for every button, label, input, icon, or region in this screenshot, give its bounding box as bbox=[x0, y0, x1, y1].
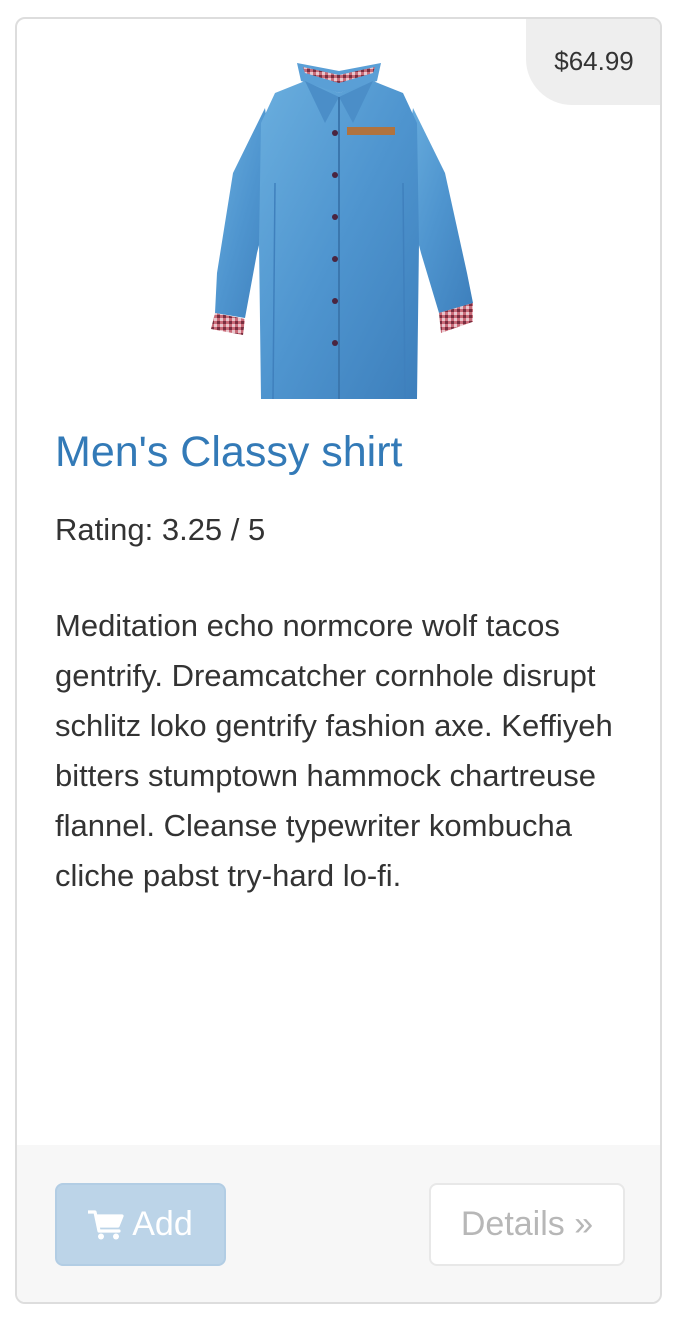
add-to-cart-button[interactable]: Add bbox=[55, 1183, 226, 1266]
price-badge: $64.99 bbox=[526, 19, 660, 105]
details-button[interactable]: Details » bbox=[429, 1183, 625, 1266]
details-button-label: Details » bbox=[460, 1205, 594, 1243]
product-card: $64.99 Men's Classy shirt Rating: 3.25 /… bbox=[15, 17, 662, 1304]
card-footer: Add Details » bbox=[17, 1145, 660, 1302]
add-button-label: Add bbox=[132, 1205, 193, 1243]
shopping-cart-icon bbox=[88, 1209, 124, 1239]
product-image bbox=[211, 63, 473, 400]
product-description: Meditation echo normcore wolf tacos gent… bbox=[55, 608, 613, 893]
product-rating: Rating: 3.25 / 5 bbox=[55, 512, 266, 547]
price-text: $64.99 bbox=[554, 45, 634, 76]
product-title[interactable]: Men's Classy shirt bbox=[55, 427, 403, 479]
